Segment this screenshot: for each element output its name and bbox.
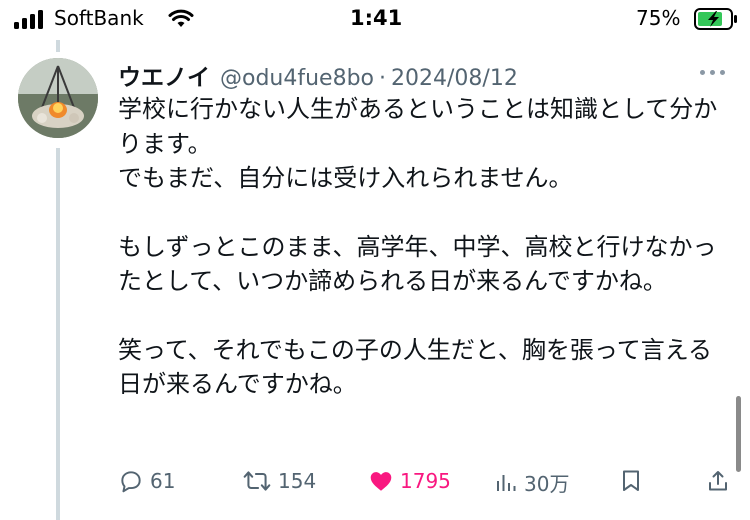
scrollbar[interactable] xyxy=(736,396,741,472)
display-name[interactable]: ウエノイ xyxy=(118,58,210,92)
thread-line xyxy=(56,148,60,520)
header-separator: · xyxy=(379,66,387,91)
tweet-date[interactable]: 2024/08/12 xyxy=(391,66,518,91)
bookmark-icon xyxy=(623,470,639,491)
signal-bars-icon xyxy=(14,9,43,29)
tweet-paragraph-1: 学校に行かない人生があるということは知識として分かります。 でもまだ、自分には受… xyxy=(118,95,718,192)
thread-connector-line xyxy=(56,40,60,52)
bookmark-button[interactable] xyxy=(620,468,642,494)
reply-button[interactable]: 61 xyxy=(118,468,175,494)
status-time: 1:41 xyxy=(350,6,403,30)
battery-charging-icon xyxy=(694,8,737,30)
tweet-actions: 61 154 1795 30万 xyxy=(118,468,738,504)
tweet-header: ウエノイ @odu4fue8bo · 2024/08/12 xyxy=(118,58,518,92)
views-button[interactable]: 30万 xyxy=(494,468,569,497)
like-count: 1795 xyxy=(400,469,451,493)
views-chart-icon xyxy=(497,474,516,491)
avatar[interactable] xyxy=(18,58,98,138)
retweet-count: 154 xyxy=(278,469,317,493)
view-count: 30万 xyxy=(524,472,570,496)
heart-filled-icon xyxy=(370,472,392,491)
reply-icon xyxy=(121,471,141,493)
tweet-paragraph-2: もしずっとこのまま、高学年、中学、高校と行けなかったとして、いつか諦められる日が… xyxy=(118,232,717,296)
like-button[interactable]: 1795 xyxy=(368,468,451,494)
battery-percent: 75% xyxy=(636,6,681,30)
share-button[interactable] xyxy=(706,468,730,494)
retweet-icon xyxy=(243,471,271,491)
avatar-image xyxy=(18,58,98,138)
more-options-icon[interactable] xyxy=(700,70,725,75)
share-icon xyxy=(709,471,727,491)
tweet-paragraph-3: 笑って、それでもこの子の人生だと、胸を張って言える日が来るんですかね。 xyxy=(118,335,712,399)
carrier-name: SoftBank xyxy=(54,6,144,30)
user-handle[interactable]: @odu4fue8bo xyxy=(220,66,374,91)
wifi-icon xyxy=(168,9,194,27)
status-bar: SoftBank 1:41 75% xyxy=(0,0,750,40)
retweet-button[interactable]: 154 xyxy=(242,468,316,494)
reply-count: 61 xyxy=(150,469,176,493)
tweet-text: 学校に行かない人生があるということは知識として分かります。 でもまだ、自分には受… xyxy=(118,92,718,436)
